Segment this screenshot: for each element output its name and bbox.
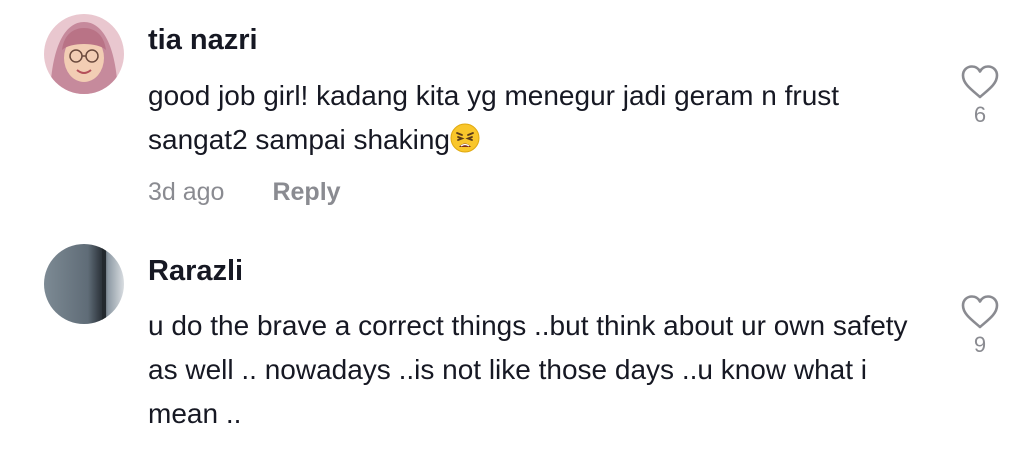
comment-username[interactable]: tia nazri	[148, 23, 258, 57]
like-button[interactable]: 6	[958, 64, 1002, 128]
comment-item: tia nazri good job girl! kadang kita yg …	[0, 0, 1026, 230]
heart-outline-icon	[961, 295, 999, 329]
like-count: 6	[973, 102, 987, 127]
comment-username[interactable]: Rarazli	[148, 254, 243, 288]
avatar[interactable]	[44, 14, 124, 94]
heart-outline-icon	[961, 65, 999, 99]
reply-button[interactable]: Reply	[272, 178, 340, 206]
comment-item: Rarazli u do the brave a correct things …	[0, 230, 1026, 452]
comment-text: good job girl! kadang kita yg menegur ja…	[148, 74, 938, 162]
comment-timestamp: 3d ago	[148, 178, 225, 206]
weary-face-emoji-icon	[450, 122, 480, 153]
like-count: 9	[973, 332, 987, 357]
avatar[interactable]	[44, 244, 124, 324]
like-button[interactable]: 9	[958, 294, 1002, 358]
profile-photo-icon	[44, 244, 124, 324]
comment-meta: 3d ago Reply	[148, 177, 341, 207]
comment-text-content: good job girl! kadang kita yg menegur ja…	[148, 80, 840, 155]
profile-photo-icon	[44, 14, 124, 94]
comment-text: u do the brave a correct things ..but th…	[148, 310, 908, 429]
